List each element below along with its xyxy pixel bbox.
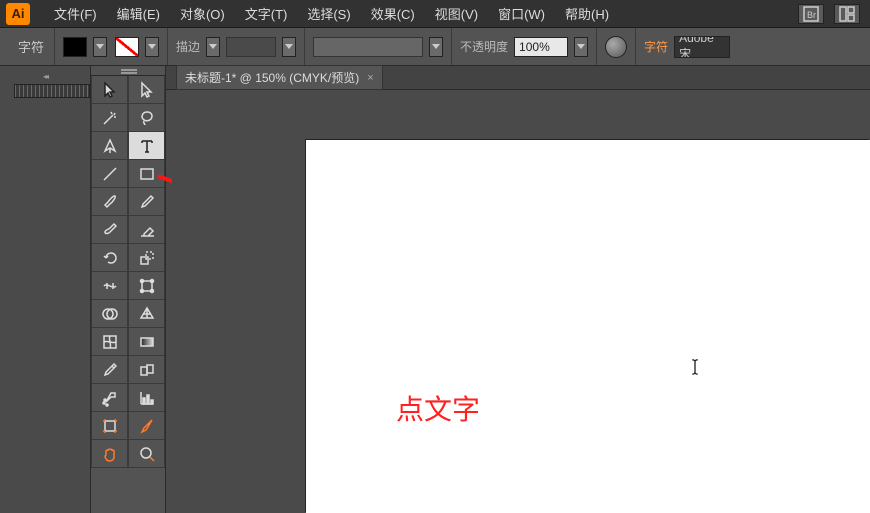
document-tab-title: 未标题-1* @ 150% (CMYK/预览) (185, 69, 359, 86)
bridge-button[interactable]: Br (798, 4, 824, 24)
character-link[interactable]: 字符 (644, 38, 668, 55)
blend-tool[interactable] (128, 356, 165, 384)
menu-help[interactable]: 帮助(H) (555, 0, 619, 27)
font-family-select[interactable]: Adobe 宋 (674, 36, 730, 58)
opacity-dropdown[interactable] (574, 37, 588, 57)
line-segment-tool[interactable] (91, 160, 128, 188)
menu-edit[interactable]: 编辑(E) (107, 0, 170, 27)
collapse-handle[interactable] (0, 72, 90, 80)
slice-tool[interactable] (128, 412, 165, 440)
text-cursor-icon (686, 358, 704, 381)
stroke-color-swatch[interactable] (115, 37, 139, 57)
selection-tool[interactable] (91, 76, 128, 104)
eraser-tool[interactable] (128, 216, 165, 244)
perspective-grid-tool[interactable] (128, 300, 165, 328)
magic-wand-tool[interactable] (91, 104, 128, 132)
width-tool[interactable] (91, 272, 128, 300)
opacity-label: 不透明度 (460, 38, 508, 55)
artboard[interactable] (306, 140, 870, 513)
workspace: 未标题-1* @ 150% (CMYK/预览) × 点文字 (0, 66, 870, 513)
fill-color-swatch[interactable] (63, 37, 87, 57)
artboard-tool[interactable] (91, 412, 128, 440)
canvas-area[interactable] (166, 90, 870, 513)
gradient-tool[interactable] (128, 328, 165, 356)
menu-bar: Ai 文件(F) 编辑(E) 对象(O) 文字(T) 选择(S) 效果(C) 视… (0, 0, 870, 28)
menu-object[interactable]: 对象(O) (170, 0, 235, 27)
column-graph-tool[interactable] (128, 384, 165, 412)
eyedropper-tool[interactable] (91, 356, 128, 384)
stroke-weight-down[interactable] (206, 37, 220, 57)
pencil-tool[interactable] (128, 188, 165, 216)
symbol-sprayer-tool[interactable] (91, 384, 128, 412)
free-transform-tool[interactable] (128, 272, 165, 300)
tools-grip[interactable] (91, 66, 165, 76)
app-logo: Ai (6, 3, 30, 25)
opacity-input[interactable]: 100% (514, 37, 568, 57)
lasso-tool[interactable] (128, 104, 165, 132)
rotate-tool[interactable] (91, 244, 128, 272)
close-tab-icon[interactable]: × (367, 72, 373, 84)
paintbrush-tool[interactable] (91, 188, 128, 216)
character-panel-label: 字符 (8, 37, 54, 56)
menu-view[interactable]: 视图(V) (425, 0, 488, 27)
rectangle-tool[interactable] (128, 160, 165, 188)
menu-select[interactable]: 选择(S) (297, 0, 360, 27)
mesh-tool[interactable] (91, 328, 128, 356)
hand-tool[interactable] (91, 440, 128, 468)
direct-selection-tool[interactable] (128, 76, 165, 104)
document-tab[interactable]: 未标题-1* @ 150% (CMYK/预览) × (176, 65, 383, 90)
stroke-color-dropdown[interactable] (145, 37, 159, 57)
shape-builder-tool[interactable] (91, 300, 128, 328)
menu-window[interactable]: 窗口(W) (488, 0, 555, 27)
stroke-weight-value[interactable] (226, 37, 276, 57)
pen-tool[interactable] (91, 132, 128, 160)
menu-effect[interactable]: 效果(C) (361, 0, 425, 27)
tab-ruler[interactable] (14, 84, 90, 98)
fill-dropdown[interactable] (93, 37, 107, 57)
brush-definition-dropdown[interactable] (429, 37, 443, 57)
brush-definition[interactable] (313, 37, 423, 57)
zoom-tool[interactable] (128, 440, 165, 468)
svg-text:Br: Br (807, 10, 816, 20)
blob-brush-tool[interactable] (91, 216, 128, 244)
control-bar: 字符 描边 不透明度 100% 字符 Adobe 宋 (0, 28, 870, 66)
menu-file[interactable]: 文件(F) (44, 0, 107, 27)
type-tool[interactable] (128, 132, 165, 160)
stroke-weight-label: 描边 (176, 38, 200, 55)
scale-tool[interactable] (128, 244, 165, 272)
annotation-text: 点文字 (396, 388, 480, 428)
left-dock (0, 66, 90, 513)
recolor-artwork-button[interactable] (605, 36, 627, 58)
stroke-weight-dropdown[interactable] (282, 37, 296, 57)
tools-panel (90, 66, 166, 513)
menu-type[interactable]: 文字(T) (235, 0, 298, 27)
document-tab-bar: 未标题-1* @ 150% (CMYK/预览) × (166, 66, 870, 90)
arrange-documents-button[interactable] (834, 4, 860, 24)
